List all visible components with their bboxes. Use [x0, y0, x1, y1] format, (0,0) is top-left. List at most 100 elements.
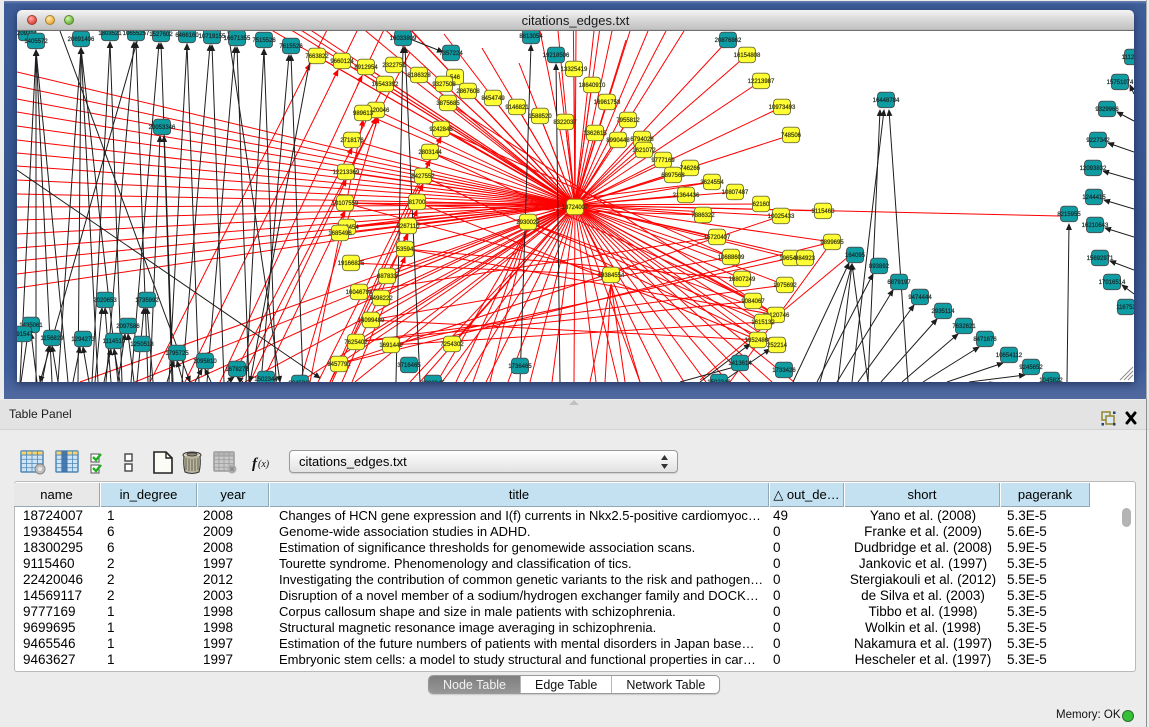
svg-text:1502346: 1502346 [707, 380, 731, 382]
svg-text:1678275: 1678275 [225, 367, 249, 373]
svg-text:3716465: 3716465 [397, 363, 421, 369]
svg-text:16046798: 16046798 [346, 290, 373, 296]
svg-text:1114519: 1114519 [103, 339, 126, 345]
svg-text:12213987: 12213987 [748, 79, 775, 85]
svg-text:6897568: 6897568 [661, 173, 685, 179]
svg-text:16033809: 16033809 [390, 36, 417, 42]
svg-text:17016514: 17016514 [1099, 280, 1126, 286]
svg-text:16543392: 16543392 [372, 82, 399, 88]
svg-text:1405572: 1405572 [24, 39, 48, 45]
svg-text:7663822: 7663822 [305, 54, 329, 60]
svg-text:15751074: 15751074 [1107, 80, 1134, 86]
svg-text:8990448: 8990448 [606, 138, 630, 144]
svg-text:9245652: 9245652 [1019, 365, 1043, 371]
svg-text:1803521: 1803521 [98, 31, 122, 37]
svg-text:3624554: 3624554 [700, 180, 724, 186]
svg-text:1615132: 1615132 [751, 320, 775, 326]
svg-text:1621072: 1621072 [632, 148, 656, 154]
svg-text:53594: 53594 [397, 247, 414, 253]
svg-text:81700: 81700 [409, 200, 426, 206]
svg-text:1795725: 1795725 [165, 351, 189, 357]
svg-text:19166825: 19166825 [338, 261, 365, 267]
svg-text:8215955: 8215955 [1057, 212, 1081, 218]
svg-text:2097586: 2097586 [116, 324, 140, 330]
svg-text:16210643: 16210643 [1082, 223, 1109, 229]
svg-text:2322751: 2322751 [382, 63, 406, 69]
svg-text:7632621: 7632621 [952, 324, 976, 330]
svg-text:1045822: 1045822 [1039, 378, 1063, 382]
svg-text:893892: 893892 [869, 264, 890, 270]
svg-text:62160: 62160 [753, 202, 770, 208]
svg-text:7955812: 7955812 [616, 118, 640, 124]
svg-text:1735992: 1735992 [135, 298, 159, 304]
svg-text:8454749: 8454749 [481, 96, 505, 102]
svg-text:989613: 989613 [353, 111, 374, 117]
svg-text:1250513: 1250513 [130, 342, 154, 348]
svg-text:887833: 887833 [377, 274, 398, 280]
svg-text:10688609: 10688609 [718, 255, 745, 261]
svg-text:7886322: 7886322 [691, 213, 715, 219]
svg-text:16671355: 16671355 [224, 36, 251, 42]
svg-text:8471676: 8471676 [973, 337, 997, 343]
svg-text:12093832: 12093832 [1080, 166, 1107, 172]
svg-text:10025433: 10025433 [768, 214, 795, 220]
svg-text:10807487: 10807487 [722, 190, 749, 196]
svg-text:1095810: 1095810 [193, 359, 217, 365]
svg-text:15692971: 15692971 [1087, 256, 1114, 262]
svg-text:9227342: 9227342 [1086, 138, 1110, 144]
svg-text:8427552: 8427552 [411, 174, 435, 180]
svg-text:18724007: 18724007 [562, 205, 589, 211]
svg-text:19384554: 19384554 [598, 273, 625, 279]
svg-text:1588520: 1588520 [528, 114, 552, 120]
svg-text:3875685: 3875685 [436, 101, 460, 107]
svg-text:21364436: 21364436 [673, 193, 700, 199]
svg-text:1685496: 1685496 [328, 231, 352, 237]
svg-text:9115460: 9115460 [812, 209, 836, 215]
svg-text:748506: 748506 [781, 133, 802, 139]
svg-text:164095: 164095 [845, 253, 866, 259]
svg-text:391547: 391547 [17, 332, 34, 338]
svg-text:9660124: 9660124 [330, 59, 354, 65]
svg-text:746266: 746266 [680, 166, 701, 172]
svg-text:18807249: 18807249 [729, 277, 756, 283]
svg-text:984923: 984923 [795, 256, 816, 262]
svg-text:8322037: 8322037 [553, 120, 577, 126]
svg-text:15720407: 15720407 [704, 235, 731, 241]
svg-text:16154808: 16154808 [734, 53, 761, 59]
svg-text:6879197: 6879197 [887, 280, 911, 286]
svg-text:14099489: 14099489 [358, 318, 385, 324]
svg-text:19218506: 19218506 [543, 53, 570, 59]
svg-text:2718176: 2718176 [340, 138, 364, 144]
svg-text:5498222: 5498222 [369, 296, 393, 302]
svg-text:10655257: 10655257 [123, 31, 150, 37]
svg-text:1733426: 1733426 [772, 368, 796, 374]
svg-text:3267110: 3267110 [397, 224, 421, 230]
svg-text:1413614: 1413614 [728, 361, 752, 367]
svg-text:12213369: 12213369 [333, 170, 360, 176]
svg-text:252214: 252214 [767, 343, 788, 349]
svg-text:1244415: 1244415 [1082, 195, 1106, 201]
svg-text:9457791: 9457791 [327, 362, 351, 368]
svg-text:20876862: 20876862 [715, 38, 742, 44]
svg-text:9245011: 9245011 [289, 381, 313, 382]
svg-text:16448784: 16448784 [873, 98, 900, 104]
svg-text:1502344: 1502344 [254, 377, 278, 382]
svg-text:8813054: 8813054 [519, 34, 543, 40]
svg-text:10654112: 10654112 [996, 353, 1023, 359]
svg-text:2930023: 2930023 [516, 220, 540, 226]
svg-text:1736465: 1736465 [508, 364, 532, 370]
svg-text:8186328: 8186328 [407, 73, 431, 79]
svg-text:9777169: 9777169 [651, 158, 675, 164]
svg-text:9899695: 9899695 [820, 240, 844, 246]
svg-text:1082345: 1082345 [421, 381, 445, 382]
svg-text:1691440: 1691440 [379, 343, 403, 349]
svg-text:7254302: 7254302 [440, 342, 464, 348]
svg-text:9146821: 9146821 [505, 105, 529, 111]
svg-text:9329966: 9329966 [1095, 107, 1119, 113]
svg-text:1156829: 1156829 [41, 336, 65, 342]
svg-text:16961758: 16961758 [594, 100, 621, 106]
svg-text:116753: 116753 [1116, 305, 1134, 311]
svg-text:1527602: 1527602 [149, 32, 173, 38]
svg-text:9242848: 9242848 [429, 127, 453, 133]
svg-text:10719155: 10719155 [199, 34, 226, 40]
